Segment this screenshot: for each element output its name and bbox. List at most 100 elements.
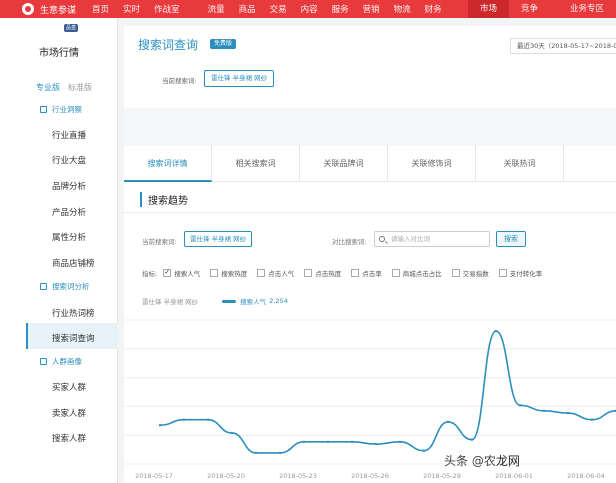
brand-name[interactable]: 生意参谋 xyxy=(40,3,76,16)
nav-market[interactable]: 市场 xyxy=(467,0,509,18)
data-point[interactable] xyxy=(326,440,330,444)
data-point[interactable] xyxy=(566,411,570,415)
data-point[interactable] xyxy=(254,451,258,455)
x-tick-label: 2018-06-01 xyxy=(495,472,533,480)
data-point[interactable] xyxy=(350,440,354,444)
nav-home[interactable]: 首页 xyxy=(92,3,109,15)
sidebar-item-buyer-crowd[interactable]: 买家人群 xyxy=(52,381,86,393)
data-point[interactable] xyxy=(302,440,306,444)
chart-grid xyxy=(124,319,616,465)
data-point[interactable] xyxy=(230,431,234,435)
nav-content[interactable]: 内容 xyxy=(301,3,318,15)
data-point[interactable] xyxy=(278,451,282,455)
nav-marketing[interactable]: 营销 xyxy=(363,3,380,15)
data-point[interactable] xyxy=(590,418,594,421)
legend-keyword: 雷仕锋 半身裙 网纱 xyxy=(142,298,199,306)
metric-label: 交易指数 xyxy=(462,270,489,278)
logo-icon[interactable] xyxy=(22,3,34,15)
checkbox[interactable] xyxy=(210,269,219,277)
metric-trade-index[interactable]: 交易指数 xyxy=(451,268,489,278)
nav-logistics[interactable]: 物流 xyxy=(394,3,411,15)
section-label: 搜索词分析 xyxy=(52,282,90,291)
nav-business-zone[interactable]: 业务专区 xyxy=(550,0,616,18)
section-search-analysis[interactable]: 搜索词分析 xyxy=(40,281,90,292)
tab-related-hot-words[interactable]: 关联热词 xyxy=(476,146,564,182)
metric-payment-conversion[interactable]: 支付转化率 xyxy=(498,268,543,278)
data-point[interactable] xyxy=(206,418,210,421)
x-tick-label: 2018-05-17 xyxy=(135,472,173,480)
tab-related-brands[interactable]: 关联品牌词 xyxy=(300,146,388,182)
current-keyword-chip[interactable]: 雷仕锋 半身裙 网纱 xyxy=(204,70,275,87)
metric-label: 点击率 xyxy=(362,270,382,278)
section-title: 搜索趋势 xyxy=(140,192,188,207)
nav-service[interactable]: 服务 xyxy=(332,3,349,15)
nav-traffic[interactable]: 流量 xyxy=(208,3,225,15)
nav-transactions[interactable]: 交易 xyxy=(270,3,287,15)
tab-keyword-detail[interactable]: 搜索词详情 xyxy=(124,146,212,182)
sidebar-item-industry-overview[interactable]: 行业大盘 xyxy=(52,154,86,166)
data-point[interactable] xyxy=(374,442,378,446)
tab-related-keywords[interactable]: 相关搜索词 xyxy=(212,146,300,182)
checkbox[interactable] xyxy=(304,269,313,277)
data-point[interactable] xyxy=(398,440,402,444)
sidebar-item-shop-ranking[interactable]: 商品店铺榜 xyxy=(52,257,95,269)
date-range-select[interactable]: 最近30天（2018-05-17~2018-06-15） xyxy=(510,38,616,54)
nav-finance[interactable]: 财务 xyxy=(425,3,442,15)
sidebar-item-hot-words[interactable]: 行业热词榜 xyxy=(52,307,95,319)
metric-label: 搜索热度 xyxy=(221,270,248,278)
sidebar-item-keyword-query[interactable]: 搜索词查询 xyxy=(52,332,95,344)
data-point[interactable] xyxy=(422,449,426,452)
trend-chart[interactable]: 2018-05-17 2018-05-20 2018-05-23 2018-05-26… xyxy=(124,312,616,483)
top-navigation: 生意参谋 首页 实时 作战室 流量 商品 交易 内容 服务 营销 物流 财务 市… xyxy=(0,0,616,18)
checkbox[interactable] xyxy=(257,269,266,277)
search-button[interactable]: 搜索 xyxy=(496,231,526,247)
nav-war-room[interactable]: 作战室 xyxy=(154,3,180,15)
tab-professional[interactable]: 专业版 xyxy=(36,82,60,95)
current-keyword-chip[interactable]: 雷仕锋 半身裙 网纱 xyxy=(184,231,253,247)
metric-search-popularity[interactable]: 搜索人气 xyxy=(163,268,200,278)
metric-click-heat[interactable]: 点击热度 xyxy=(304,268,341,278)
nav-competition[interactable]: 竞争 xyxy=(509,0,550,18)
data-point[interactable] xyxy=(518,404,522,407)
compare-keyword-input[interactable]: 请输入对比词 xyxy=(374,231,490,247)
sidebar-item-industry-live[interactable]: 行业直播 xyxy=(52,129,86,141)
nav-realtime[interactable]: 实时 xyxy=(123,3,140,15)
sidebar-item-attribute-analysis[interactable]: 属性分析 xyxy=(52,231,86,243)
sidebar-item-product-analysis[interactable]: 产品分析 xyxy=(52,206,86,218)
version-tag: 免费版 xyxy=(210,39,237,49)
sidebar-item-search-crowd[interactable]: 搜索人群 xyxy=(52,432,86,444)
tab-standard[interactable]: 标准版 xyxy=(68,82,92,95)
data-point[interactable] xyxy=(182,418,186,421)
metric-click-popularity[interactable]: 点击人气 xyxy=(257,268,294,278)
data-point[interactable] xyxy=(494,329,498,333)
checkbox[interactable] xyxy=(391,269,400,277)
data-point[interactable] xyxy=(542,409,546,413)
checkbox[interactable] xyxy=(163,268,172,277)
watermark: 头条 @农龙网 xyxy=(444,452,520,469)
tab-related-modifiers[interactable]: 关联修饰词 xyxy=(388,146,476,182)
section-label: 人群画像 xyxy=(52,357,82,366)
current-keyword-label: 当前搜索词: xyxy=(142,238,177,246)
metric-search-heat[interactable]: 搜索热度 xyxy=(210,268,247,278)
legend-swatch xyxy=(222,299,237,303)
metric-mall-click-share[interactable]: 商城点击占比 xyxy=(391,268,442,278)
sidebar-item-seller-crowd[interactable]: 卖家人群 xyxy=(52,407,86,419)
checkbox[interactable] xyxy=(451,269,460,277)
section-crowd-profile[interactable]: 人群画像 xyxy=(40,356,82,367)
metrics-label: 指标: xyxy=(142,270,158,278)
data-point[interactable] xyxy=(446,420,450,424)
series-line-search-popularity[interactable] xyxy=(159,330,616,454)
nav-products[interactable]: 商品 xyxy=(239,3,256,15)
checkbox[interactable] xyxy=(498,269,507,277)
metric-ctr[interactable]: 点击率 xyxy=(351,268,382,278)
chart-x-axis: 2018-05-17 2018-05-20 2018-05-23 2018-05-26… xyxy=(135,472,605,480)
search-icon xyxy=(379,236,385,242)
sidebar-item-brand-analysis[interactable]: 品牌分析 xyxy=(52,180,86,192)
data-point[interactable] xyxy=(470,438,474,441)
checkbox[interactable] xyxy=(351,269,360,277)
spacer xyxy=(124,108,616,146)
metric-label: 支付转化率 xyxy=(509,270,543,278)
section-industry-insight[interactable]: 行业洞察 xyxy=(40,104,82,115)
x-tick-label: 2018-05-20 xyxy=(207,472,245,480)
data-point[interactable] xyxy=(158,424,162,427)
